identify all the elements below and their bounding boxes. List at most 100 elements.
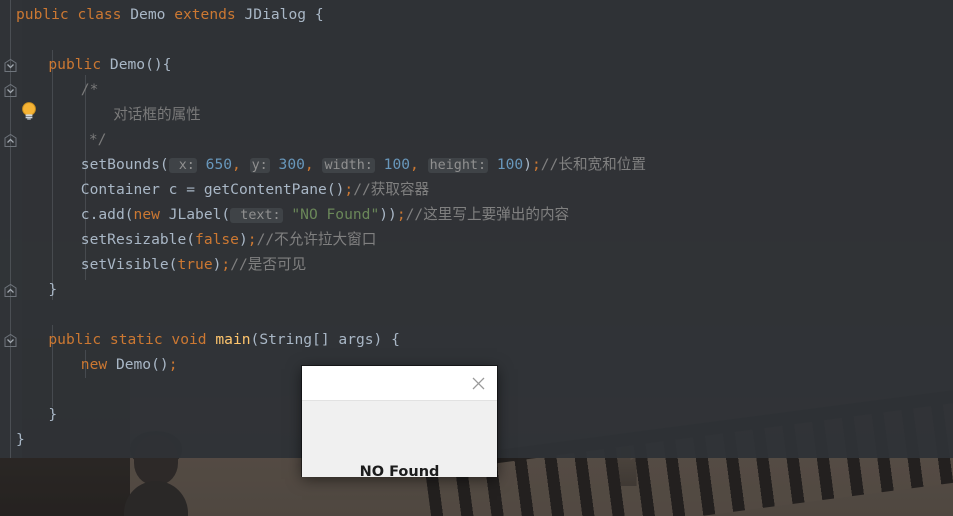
code-token-cmt: //获取容器: [353, 181, 430, 198]
code-token-cls: Demo: [115, 356, 152, 373]
code-line[interactable]: public class Demo extends JDialog {: [16, 2, 324, 27]
indent-guide: [52, 50, 53, 300]
java-dialog-window[interactable]: NO Found: [302, 366, 497, 480]
code-token-id: setResizable: [80, 231, 187, 248]
code-token-mth: main: [215, 331, 251, 348]
code-token-cls: Demo: [130, 6, 166, 23]
dialog-titlebar[interactable]: [302, 366, 497, 400]
code-token-semi: ;: [221, 256, 231, 273]
code-token-punc: c =: [159, 181, 204, 198]
code-token-semi: ;: [247, 231, 257, 248]
code-token-hint: x:: [168, 158, 197, 173]
code-token-punc: [241, 156, 250, 173]
code-token-punc: ): [238, 231, 248, 248]
code-token-punc: (): [326, 181, 345, 198]
code-token-id: setVisible: [80, 256, 169, 273]
code-token-punc: [165, 6, 174, 23]
code-token-kw: extends: [174, 6, 236, 23]
code-line[interactable]: new Demo();: [81, 352, 178, 377]
code-token-kw: void: [171, 331, 207, 348]
code-token-punc: [101, 56, 110, 73]
code-token-blockcmt: 对话框的属性: [113, 106, 201, 123]
code-line[interactable]: c.add(new JLabel( text: "NO Found"));//这…: [81, 202, 569, 227]
code-token-blockcmt: */: [88, 131, 107, 148]
code-token-cls: String: [259, 331, 313, 348]
code-token-cls: Demo: [109, 56, 146, 73]
code-token-punc: [121, 6, 130, 23]
screen: public class Demo extends JDialog {publi…: [0, 0, 953, 516]
code-token-punc: }: [48, 406, 58, 423]
code-line[interactable]: setResizable(false);//不允许拉大窗口: [81, 227, 377, 252]
code-token-cmt: //不允许拉大窗口: [256, 231, 377, 248]
code-token-semi: ;: [396, 206, 406, 223]
code-token-hint: y:: [249, 158, 270, 173]
dialog-label: NO Found: [359, 464, 440, 480]
code-line[interactable]: }: [48, 277, 57, 302]
code-token-hint: height:: [427, 158, 489, 173]
code-token-punc: {: [306, 6, 324, 23]
code-token-semi: ;: [532, 156, 541, 173]
code-token-punc: [101, 331, 110, 348]
close-icon[interactable]: [467, 372, 489, 394]
code-token-semi: ,: [410, 156, 419, 173]
code-token-punc: ): [523, 156, 532, 173]
code-token-str: "NO Found": [291, 206, 380, 223]
code-line[interactable]: }: [16, 427, 25, 452]
code-token-semi: ,: [232, 156, 241, 173]
code-line[interactable]: public Demo(){: [48, 52, 171, 77]
code-token-punc: (: [124, 206, 134, 223]
code-line[interactable]: Container c = getContentPane();//获取容器: [81, 177, 429, 202]
code-token-cls: Container: [80, 181, 160, 198]
code-token-punc: (: [221, 206, 231, 223]
code-line[interactable]: }: [48, 402, 57, 427]
code-token-id: getContentPane: [203, 181, 327, 198]
code-token-cmt: //这里写上要弹出的内容: [405, 206, 570, 223]
code-token-cls: JLabel: [168, 206, 222, 223]
code-token-kw: class: [77, 6, 122, 23]
code-token-num: 100: [496, 156, 524, 173]
code-token-punc: [270, 156, 279, 173]
code-token-punc: }: [48, 281, 58, 298]
code-token-semi: ,: [304, 156, 314, 173]
code-line[interactable]: public static void main(String[] args) {: [48, 327, 400, 352]
code-token-punc: (: [186, 231, 196, 248]
code-token-kw: public: [16, 6, 69, 23]
code-token-kw: public: [48, 56, 102, 73]
code-token-id: c.add: [80, 206, 125, 223]
code-token-cmt: //是否可见: [230, 256, 307, 273]
code-token-punc: }: [16, 431, 25, 448]
code-token-punc: [488, 156, 497, 173]
code-token-punc: [] args) {: [312, 331, 400, 348]
code-token-punc: [419, 156, 428, 173]
code-token-kw: true: [177, 256, 213, 273]
code-token-num: 100: [383, 156, 411, 173]
code-token-punc: (: [250, 331, 260, 348]
code-token-blockcmt: /*: [80, 81, 99, 98]
code-token-kw: new: [80, 356, 108, 373]
code-token-kw: false: [195, 231, 239, 248]
code-token-punc: [236, 6, 245, 23]
code-token-punc: [69, 6, 78, 23]
code-token-punc: (){: [145, 56, 172, 73]
code-token-punc: (): [151, 356, 169, 373]
code-token-id: setBounds: [80, 156, 160, 173]
code-token-kw: static: [109, 331, 163, 348]
code-token-punc: [107, 356, 116, 373]
code-token-punc: (: [159, 156, 169, 173]
code-token-cls: JDialog: [244, 6, 307, 23]
code-token-punc: [160, 206, 169, 223]
code-line[interactable]: /*: [81, 77, 99, 102]
code-line[interactable]: */: [89, 127, 107, 152]
code-line[interactable]: 对话框的属性: [113, 102, 201, 127]
code-line[interactable]: setVisible(true);//是否可见: [81, 252, 306, 277]
code-line[interactable]: setBounds( x: 650, y: 300, width: 100, h…: [81, 152, 646, 177]
code-token-punc: [375, 156, 384, 173]
code-token-semi: ;: [344, 181, 354, 198]
dialog-content-pane: NO Found: [302, 400, 497, 480]
code-token-cmt: //长和宽和位置: [540, 156, 646, 173]
code-token-hint: text:: [230, 208, 283, 223]
code-token-punc: )): [379, 206, 397, 223]
code-token-hint: width:: [322, 158, 375, 173]
code-token-kw: new: [133, 206, 160, 223]
code-token-kw: public: [48, 331, 102, 348]
